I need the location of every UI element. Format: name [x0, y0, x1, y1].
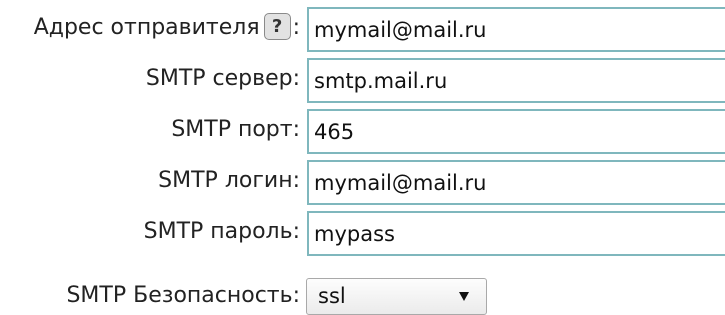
smtp-security-row: SMTP Безопасность: ssl — [0, 272, 725, 315]
help-icon[interactable]: ? — [263, 12, 291, 40]
sender-address-input[interactable] — [307, 7, 725, 52]
smtp-login-input[interactable] — [307, 160, 725, 205]
smtp-password-input[interactable] — [307, 211, 725, 256]
smtp-security-select[interactable]: ssl — [306, 278, 487, 315]
smtp-server-row: SMTP сервер: — [0, 53, 725, 103]
sender-address-label: Адрес отправителя — [33, 15, 260, 40]
smtp-settings-form: Адрес отправителя?: SMTP сервер: SMTP по… — [0, 0, 725, 315]
sender-address-label-group: Адрес отправителя?: — [33, 12, 300, 43]
smtp-port-label: SMTP порт: — [171, 117, 300, 142]
sender-address-row: Адрес отправителя?: — [0, 2, 725, 52]
sender-address-colon: : — [292, 15, 300, 40]
smtp-port-input[interactable] — [307, 109, 725, 154]
smtp-security-label: SMTP Безопасность: — [66, 283, 300, 308]
smtp-security-selected-value: ssl — [318, 284, 346, 308]
smtp-login-label: SMTP логин: — [158, 168, 300, 193]
smtp-password-row: SMTP пароль: — [0, 206, 725, 256]
smtp-server-label: SMTP сервер: — [145, 66, 300, 91]
smtp-port-row: SMTP порт: — [0, 104, 725, 154]
triangle-down-icon — [459, 292, 469, 301]
smtp-login-row: SMTP логин: — [0, 155, 725, 205]
smtp-server-input[interactable] — [307, 58, 725, 103]
smtp-password-label: SMTP пароль: — [143, 219, 300, 244]
